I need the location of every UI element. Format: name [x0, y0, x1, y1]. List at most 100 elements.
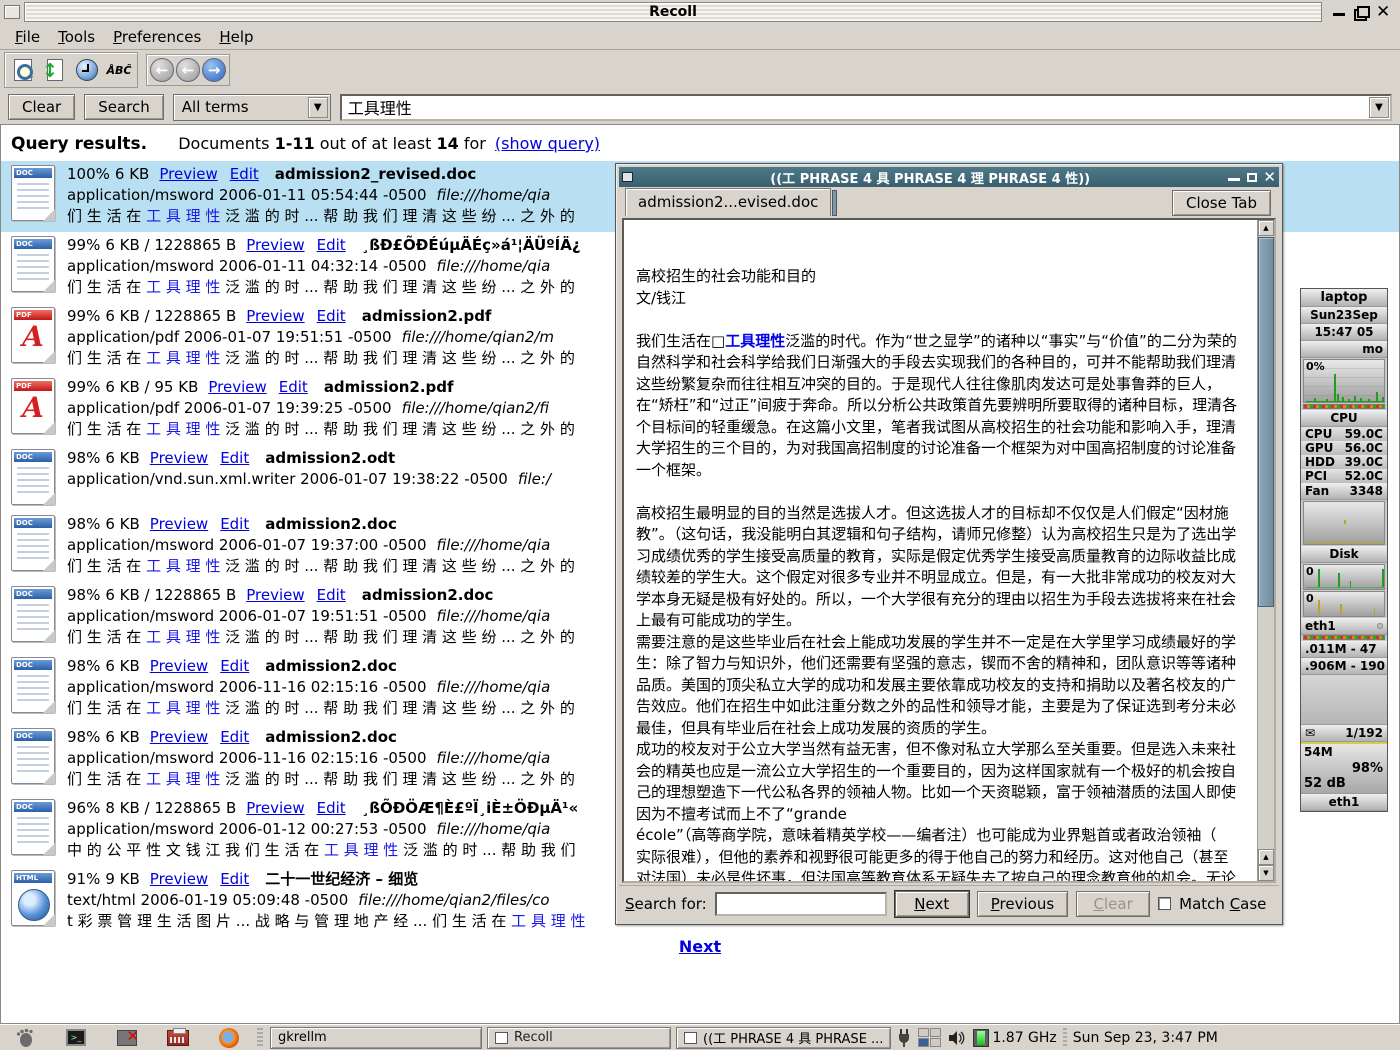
- workspace-2[interactable]: [930, 1028, 941, 1037]
- edit-link[interactable]: Edit: [317, 586, 346, 604]
- disk-write-chart[interactable]: 0: [1303, 591, 1385, 617]
- clear-button[interactable]: Clear: [8, 94, 75, 120]
- search-mode-select[interactable]: All terms ▼: [173, 94, 331, 121]
- preview-link[interactable]: Preview: [159, 165, 217, 183]
- edit-link[interactable]: Edit: [279, 378, 308, 396]
- menu-item[interactable]: Tools: [49, 26, 104, 48]
- cpu-frequency-icon: [973, 1029, 989, 1047]
- preview-maximize-icon[interactable]: [1247, 173, 1257, 182]
- edit-link[interactable]: Edit: [317, 236, 346, 254]
- menu-item[interactable]: File: [6, 26, 49, 48]
- find-previous-button[interactable]: Previous: [977, 891, 1068, 917]
- power-plug-icon[interactable]: [897, 1029, 911, 1047]
- workspace-switcher[interactable]: [918, 1028, 941, 1047]
- minimize-icon[interactable]: [1332, 6, 1346, 18]
- preview-window-menu-icon[interactable]: [622, 172, 633, 182]
- disk-section-label[interactable]: Disk: [1301, 546, 1387, 563]
- preview-link[interactable]: Preview: [150, 449, 208, 467]
- term-explorer-button[interactable]: ÅBĈ: [104, 56, 134, 84]
- search-button[interactable]: Search: [84, 94, 164, 120]
- file-size: 6 KB: [115, 165, 149, 183]
- cpu-frequency-applet[interactable]: 1.87 GHz: [973, 1029, 1056, 1047]
- task-button[interactable]: gkrellm: [270, 1027, 482, 1049]
- scroll-up-icon[interactable]: ▲: [1258, 220, 1274, 236]
- relevance-percent: 99%: [67, 378, 100, 396]
- preview-close-icon[interactable]: ✕: [1263, 171, 1276, 183]
- result-filename: ¸ßÐ£ÕÐÉúµÄÉç»á¹¦ÄÜºÍÄ¿: [362, 236, 581, 254]
- edit-link[interactable]: Edit: [230, 165, 259, 183]
- next-page-button[interactable]: →: [202, 58, 226, 82]
- disk-read-chart[interactable]: 0: [1303, 564, 1385, 590]
- task-button[interactable]: ((工 PHRASE 4 具 PHRASE ...: [676, 1027, 891, 1049]
- preview-link[interactable]: Preview: [246, 586, 304, 604]
- scroll-up2-icon[interactable]: ▲: [1258, 849, 1274, 865]
- preview-link[interactable]: Preview: [246, 307, 304, 325]
- query-history-chevron-icon[interactable]: ▼: [1369, 97, 1389, 118]
- edit-link[interactable]: Edit: [317, 307, 346, 325]
- scrollbar-thumb[interactable]: [1258, 237, 1274, 607]
- preview-minimize-icon[interactable]: [1227, 171, 1241, 183]
- cpu-section-label[interactable]: CPU: [1301, 410, 1387, 427]
- sensor-value: 39.0C: [1345, 455, 1383, 469]
- edit-link[interactable]: Edit: [220, 870, 249, 888]
- memory-panel[interactable]: 54M 98% 52 dB: [1301, 742, 1387, 794]
- firefox-icon[interactable]: [218, 1028, 240, 1048]
- window-menu-icon[interactable]: [4, 5, 20, 19]
- sort-parameters-button[interactable]: [40, 56, 70, 84]
- edit-link[interactable]: Edit: [220, 449, 249, 467]
- volume-icon[interactable]: [948, 1030, 966, 1046]
- cpu-chart[interactable]: 0%: [1303, 359, 1385, 403]
- preview-link[interactable]: Preview: [150, 515, 208, 533]
- show-query-link[interactable]: (show query): [495, 134, 600, 153]
- preview-text[interactable]: 高校招生的社会功能和目的 文/钱江 我们生活在□工具理性泛滥的时代。作为“世之显…: [624, 220, 1257, 881]
- previous-page-button[interactable]: ←: [176, 58, 200, 82]
- preview-link[interactable]: Preview: [208, 378, 266, 396]
- taskbar-clock[interactable]: Sun Sep 23, 3:47 PM: [1073, 1030, 1230, 1046]
- preview-link[interactable]: Preview: [150, 870, 208, 888]
- find-next-button[interactable]: Next: [895, 891, 969, 917]
- scroll-down-icon[interactable]: ▼: [1258, 865, 1274, 881]
- query-input[interactable]: [340, 94, 1392, 121]
- result-filename: ¸ßÕÐÖÆ¶È£ºÏ¸iÈ±ÖÐµÄ¹«: [362, 799, 579, 817]
- preview-link[interactable]: Preview: [246, 799, 304, 817]
- workspace-3-active[interactable]: [918, 1038, 929, 1047]
- preview-link[interactable]: Preview: [246, 236, 304, 254]
- preview-scrollbar[interactable]: ▲ ▲ ▼: [1257, 220, 1274, 881]
- gkrellm-monitor[interactable]: laptop Sun23Sep 15:47 05 mo 0% CPU CPU 5…: [1300, 288, 1388, 812]
- terminal-icon[interactable]: >_: [65, 1028, 87, 1048]
- edit-link[interactable]: Edit: [220, 657, 249, 675]
- typewriter-icon[interactable]: [167, 1028, 189, 1048]
- match-case-checkbox[interactable]: [1158, 897, 1171, 910]
- preview-titlebar[interactable]: ((工 PHRASE 4 具 PHRASE 4 理 PHRASE 4 性)) ✕: [619, 167, 1279, 187]
- net-interface-label[interactable]: eth1: [1301, 618, 1387, 635]
- close-icon[interactable]: ✕: [1376, 6, 1390, 18]
- mail-row[interactable]: ✉ 1/192: [1301, 725, 1387, 742]
- menu-item[interactable]: Preferences: [104, 26, 210, 48]
- advanced-search-button[interactable]: [8, 56, 38, 84]
- edit-link[interactable]: Edit: [220, 728, 249, 746]
- preview-link[interactable]: Preview: [150, 728, 208, 746]
- workspace-1[interactable]: [918, 1028, 929, 1037]
- first-page-button[interactable]: ←: [150, 58, 174, 82]
- titlebar-stripes[interactable]: Recoll: [24, 2, 1322, 22]
- preview-tab[interactable]: admission2...evised.doc: [625, 188, 831, 216]
- next-results-link[interactable]: Next: [679, 937, 721, 956]
- gnome-foot-icon[interactable]: [14, 1028, 36, 1048]
- window-title: Recoll: [649, 4, 697, 20]
- close-tab-button[interactable]: Close Tab: [1172, 190, 1271, 216]
- chevron-down-icon[interactable]: ▼: [308, 97, 328, 118]
- fan-chart[interactable]: [1303, 501, 1385, 545]
- file-type-icon: [11, 586, 55, 642]
- preview-link[interactable]: Preview: [150, 657, 208, 675]
- document-history-button[interactable]: [72, 56, 102, 84]
- edit-link[interactable]: Edit: [317, 799, 346, 817]
- disk-read-spikes: [1304, 565, 1385, 589]
- menu-item[interactable]: Help: [210, 26, 262, 48]
- edit-link[interactable]: Edit: [220, 515, 249, 533]
- maximize-icon[interactable]: [1354, 6, 1368, 18]
- display-error-icon[interactable]: [116, 1028, 138, 1048]
- task-button[interactable]: Recoll: [487, 1027, 671, 1049]
- workspace-4[interactable]: [930, 1038, 941, 1047]
- preview-paragraph: [636, 309, 1243, 331]
- find-input[interactable]: [715, 892, 887, 916]
